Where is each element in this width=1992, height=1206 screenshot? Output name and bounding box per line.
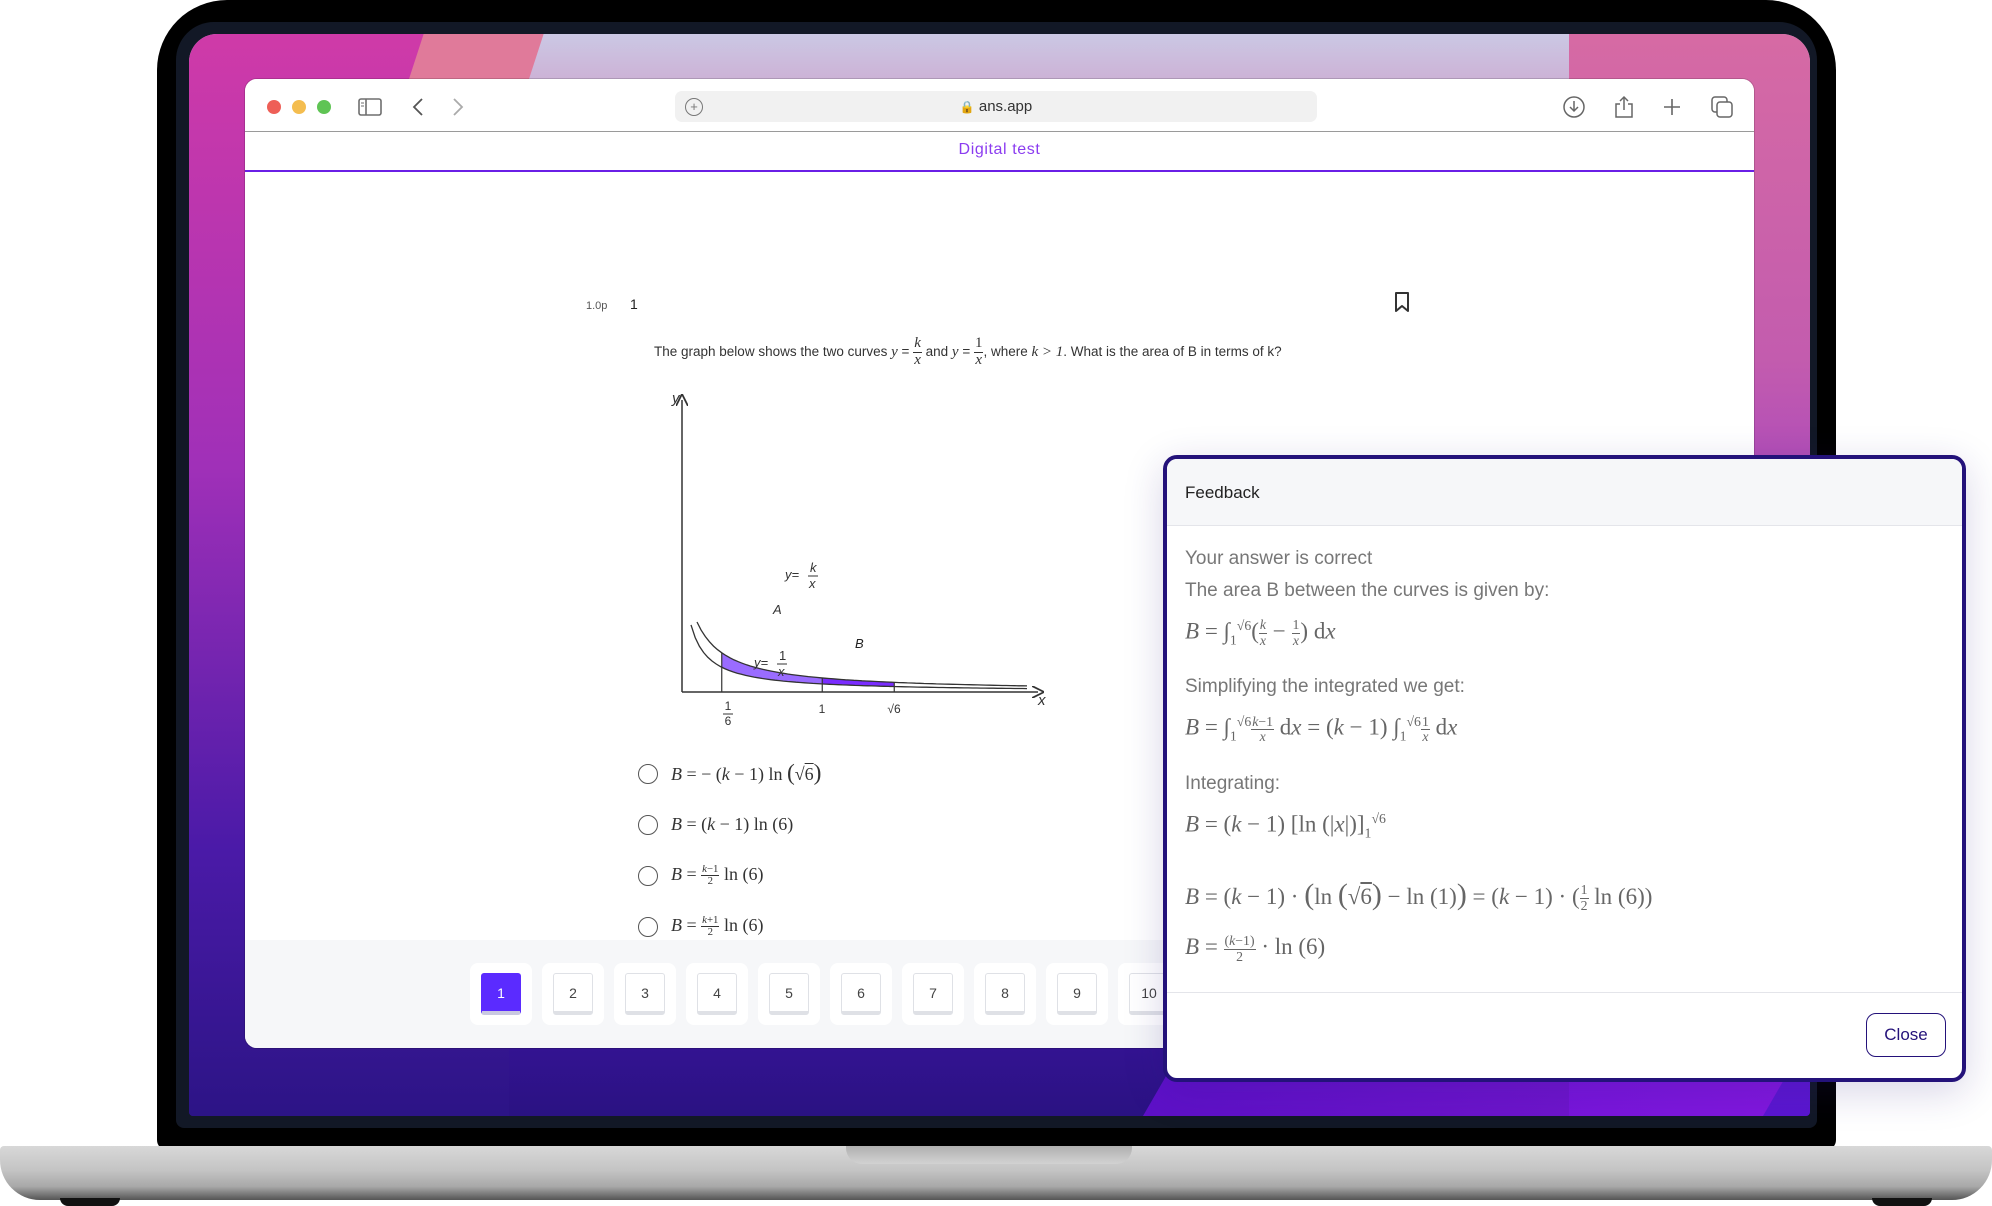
lock-icon: 🔒 [959,100,975,114]
equation-4: B = (k − 1) · (ln (√6) − ln (1)) = (k − … [1185,877,1653,913]
answer-option[interactable]: B = k−1 2 ln (6) [638,850,821,901]
x-tick-1: 1 [819,702,826,716]
page-item: 5 [758,963,820,1025]
page-item: 7 [902,963,964,1025]
forward-icon[interactable] [445,94,471,120]
page-item: 6 [830,963,892,1025]
feedback-intro: The area B between the curves is given b… [1185,580,1550,601]
laptop-foot [1872,1198,1932,1206]
question-points: 1.0p [586,300,608,312]
feedback-status: Your answer is correct [1185,548,1373,569]
svg-text:1: 1 [725,699,732,713]
equation-3: B = (k − 1) [ln (|x|)]1√6 [1185,810,1386,840]
svg-text:y=: y= [753,655,769,670]
question-number: 1 [630,296,638,312]
app-header: Digital test [245,132,1754,172]
back-icon[interactable] [405,94,431,120]
page-button-1[interactable]: 1 [481,973,521,1015]
bookmark-icon[interactable] [1394,292,1410,317]
page-button-2[interactable]: 2 [553,973,593,1015]
feedback-header: Feedback [1167,459,1962,526]
page-button-6[interactable]: 6 [841,973,881,1015]
page-item: 2 [542,963,604,1025]
laptop-notch [846,1146,1132,1164]
region-label-b: B [855,636,864,651]
page-button-5[interactable]: 5 [769,973,809,1015]
laptop-foot [60,1198,120,1206]
minimize-window-button[interactable] [292,100,306,114]
page-button-4[interactable]: 4 [697,973,737,1015]
page-item: 4 [686,963,748,1025]
sidebar-icon[interactable] [357,94,383,120]
tabs-overview-icon[interactable] [1709,94,1735,120]
svg-text:k: k [810,560,818,575]
browser-toolbar: + 🔒 ans.app [245,79,1754,132]
area-graph: y x 16 1 √6 y= kx y= 1x A B [671,390,1046,725]
page-button-9[interactable]: 9 [1057,973,1097,1015]
curve-label-k: y= kx [784,560,818,591]
address-bar[interactable]: + 🔒 ans.app [675,91,1317,122]
maximize-window-button[interactable] [317,100,331,114]
app-title: Digital test [958,141,1041,158]
close-window-button[interactable] [267,100,281,114]
answer-option[interactable]: B = (k − 1) ln (6) [638,799,821,850]
share-icon[interactable] [1611,94,1637,120]
page-item: 9 [1046,963,1108,1025]
answer-options: B = − (k − 1) ln (√6) B = (k − 1) ln (6)… [638,748,821,952]
region-label-a: A [772,602,782,617]
radio-button[interactable] [638,916,658,937]
feedback-title: Feedback [1185,483,1260,502]
x-tick-sqrt6: √6 [887,702,901,716]
radio-button[interactable] [638,814,658,835]
equation-1: B = ∫1√6(k x − 1 x) dx [1185,617,1336,648]
page-item: 1 [470,963,532,1025]
equation-5: B = (k−1) 2 · ln (6) [1185,933,1326,964]
feedback-footer: Close [1167,992,1962,1078]
x-axis-label: x [1037,692,1046,709]
question-text: The graph below shows the two curves y =… [654,335,1282,368]
url-text: ans.app [978,98,1033,115]
radio-button[interactable] [638,865,658,886]
page-item: 3 [614,963,676,1025]
svg-text:x: x [777,664,785,679]
y-axis-label: y [671,390,681,407]
radio-button[interactable] [638,763,658,784]
page-item: 8 [974,963,1036,1025]
page-button-8[interactable]: 8 [985,973,1025,1015]
page-list: 1 2 3 4 5 6 7 8 9 10 [470,963,1190,1025]
feedback-dialog: Feedback Your answer is correct The area… [1163,455,1966,1082]
new-tab-icon[interactable] [1659,94,1685,120]
download-icon[interactable] [1561,94,1587,120]
close-button[interactable]: Close [1866,1013,1946,1057]
svg-text:6: 6 [725,714,732,725]
equation-2: B = ∫1√6 k−1 x dx = (k − 1) ∫1√6 1 x dx [1185,713,1458,745]
feedback-body: Your answer is correct The area B betwee… [1185,546,1944,982]
curve-1-over-x [690,624,1028,690]
page-button-3[interactable]: 3 [625,973,665,1015]
answer-option[interactable]: B = − (k − 1) ln (√6) [638,748,821,799]
step-3-label: Integrating: [1185,772,1281,794]
page-button-7[interactable]: 7 [913,973,953,1015]
x-tick-1-6: 16 [723,699,733,725]
svg-text:x: x [808,576,816,591]
svg-text:1: 1 [779,648,786,663]
curve-k-over-x [696,621,1028,687]
step-2-label: Simplifying the integrated we get: [1185,676,1465,698]
svg-text:y=: y= [784,567,800,582]
